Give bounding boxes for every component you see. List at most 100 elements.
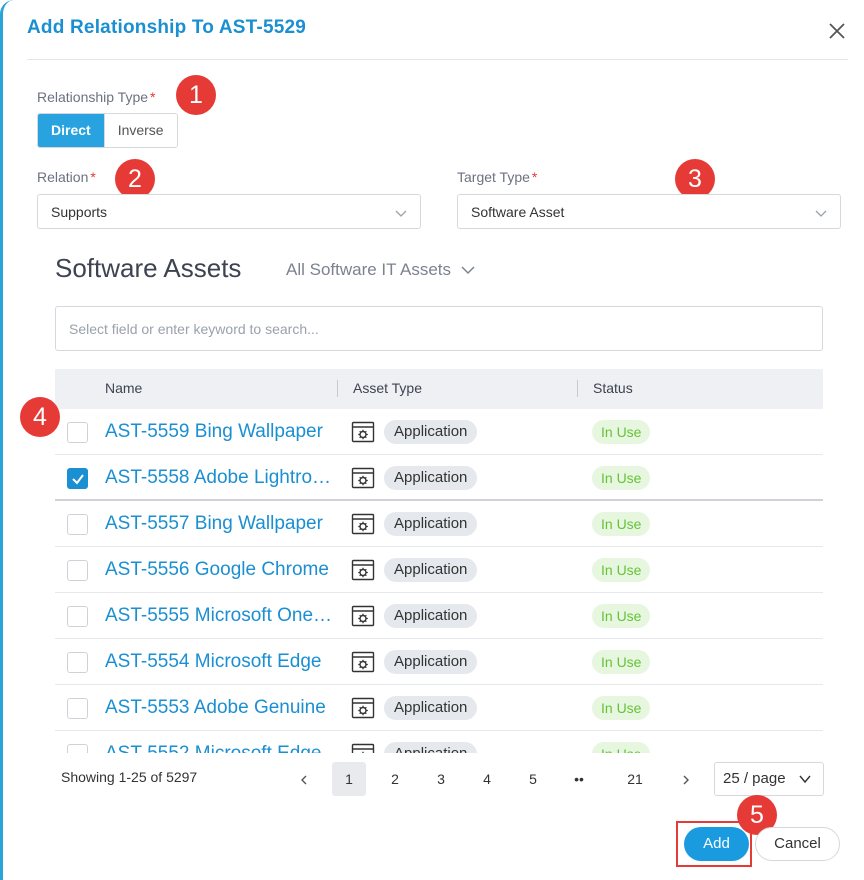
checkmark-icon <box>72 474 84 485</box>
asset-name-link[interactable]: AST-5552 Microsoft Edge <box>105 743 322 753</box>
add-button[interactable]: Add <box>684 827 749 861</box>
relation-value: Supports <box>51 204 108 220</box>
table-row[interactable]: AST-5552 Microsoft Edge Application In Use <box>55 731 823 753</box>
next-page-icon[interactable] <box>669 762 703 796</box>
table-row[interactable]: AST-5555 Microsoft OneDrive Application In… <box>55 593 823 639</box>
required-mark: * <box>150 89 156 105</box>
relation-label: Relation * <box>37 169 96 185</box>
asset-filter-dropdown[interactable]: All Software IT Assets <box>286 260 477 280</box>
relationship-type-toggle: Direct Inverse <box>37 113 178 148</box>
application-icon <box>351 696 375 720</box>
application-icon <box>351 650 375 674</box>
asset-name-link[interactable]: AST-5558 Adobe Lightroom <box>105 467 335 489</box>
row-checkbox[interactable] <box>67 744 88 753</box>
table-row[interactable]: AST-5556 Google Chrome Application In Use <box>55 547 823 593</box>
asset-type-chip: Application <box>384 650 478 674</box>
asset-type-chip: Application <box>384 558 478 582</box>
page-size-select[interactable]: 25 / page <box>714 762 824 796</box>
application-icon <box>351 558 375 582</box>
status-badge: In Use <box>592 696 651 720</box>
showing-count: Showing 1-25 of 5297 <box>61 769 198 785</box>
status-badge: In Use <box>592 420 651 444</box>
application-icon <box>351 512 375 536</box>
table-header: Name Asset Type Status <box>55 369 823 409</box>
application-icon <box>351 420 375 444</box>
cancel-button[interactable]: Cancel <box>755 827 840 861</box>
chevron-down-icon <box>461 266 475 275</box>
dialog-title: Add Relationship To AST-5529 <box>27 17 307 38</box>
status-badge: In Use <box>592 650 651 674</box>
target-type-label-text: Target Type <box>457 169 530 185</box>
chevron-down-icon <box>799 775 811 784</box>
table-row[interactable]: AST-5557 Bing Wallpaper Application In Use <box>55 501 823 547</box>
page-21[interactable]: 21 <box>618 762 652 796</box>
search-placeholder: Select field or enter keyword to search.… <box>69 321 319 337</box>
chevron-down-icon <box>815 210 827 217</box>
relationship-type-label: Relationship Type * <box>37 89 156 105</box>
required-mark: * <box>90 169 96 185</box>
prev-page-icon[interactable] <box>287 762 321 796</box>
asset-type-chip: Application <box>384 696 478 720</box>
asset-type-chip: Application <box>384 466 478 490</box>
table-row[interactable]: AST-5558 Adobe Lightroom Application In Us… <box>55 455 823 501</box>
status-badge: In Use <box>592 604 651 628</box>
relation-label-text: Relation <box>37 169 89 185</box>
row-checkbox[interactable] <box>67 468 88 489</box>
required-mark: * <box>531 169 538 185</box>
row-checkbox[interactable] <box>67 698 88 719</box>
relation-select[interactable]: Supports <box>37 194 421 229</box>
application-icon <box>351 742 375 753</box>
column-name[interactable]: Name <box>105 380 142 396</box>
row-checkbox[interactable] <box>67 560 88 581</box>
page-1[interactable]: 1 <box>332 762 366 796</box>
table-row[interactable]: AST-5553 Adobe Genuine Application In Use <box>55 685 823 731</box>
page-4[interactable]: 4 <box>470 762 504 796</box>
asset-type-chip: Application <box>384 742 478 753</box>
status-badge: In Use <box>592 742 651 753</box>
row-checkbox[interactable] <box>67 514 88 535</box>
row-checkbox[interactable] <box>67 606 88 627</box>
assets-table: Name Asset Type Status AST-5559 Bing Wal… <box>55 369 823 753</box>
title-divider <box>27 59 848 60</box>
column-divider <box>577 380 578 397</box>
asset-type-chip: Application <box>384 604 478 628</box>
page-ellipsis[interactable]: •• <box>562 762 596 796</box>
column-status[interactable]: Status <box>593 380 633 396</box>
application-icon <box>351 604 375 628</box>
relationship-type-label-text: Relationship Type <box>37 89 149 105</box>
application-icon <box>351 466 375 490</box>
marker-1: 1 <box>176 75 216 115</box>
asset-name-link[interactable]: AST-5556 Google Chrome <box>105 559 329 581</box>
page-5[interactable]: 5 <box>516 762 550 796</box>
status-badge: In Use <box>592 466 651 490</box>
table-row[interactable]: AST-5554 Microsoft Edge Application In Use <box>55 639 823 685</box>
status-badge: In Use <box>592 558 651 582</box>
direct-option[interactable]: Direct <box>38 114 104 147</box>
asset-name-link[interactable]: AST-5557 Bing Wallpaper <box>105 513 323 535</box>
target-type-label: Target Type * <box>457 169 537 185</box>
row-checkbox[interactable] <box>67 422 88 443</box>
page-size-value: 25 / page <box>723 770 786 787</box>
asset-type-chip: Application <box>384 512 478 536</box>
search-input[interactable]: Select field or enter keyword to search.… <box>55 306 823 351</box>
inverse-option[interactable]: Inverse <box>103 114 177 147</box>
asset-name-link[interactable]: AST-5559 Bing Wallpaper <box>105 421 323 443</box>
asset-name-link[interactable]: AST-5553 Adobe Genuine <box>105 697 326 719</box>
asset-name-link[interactable]: AST-5555 Microsoft OneDrive <box>105 605 335 627</box>
chevron-down-icon <box>395 210 407 217</box>
column-asset-type[interactable]: Asset Type <box>353 380 422 396</box>
close-icon[interactable] <box>826 20 848 42</box>
page-2[interactable]: 2 <box>378 762 412 796</box>
marker-4: 4 <box>20 397 60 437</box>
marker-2: 2 <box>115 159 155 199</box>
marker-3: 3 <box>675 159 715 199</box>
asset-type-chip: Application <box>384 420 478 444</box>
asset-name-link[interactable]: AST-5554 Microsoft Edge <box>105 651 322 673</box>
table-row[interactable]: AST-5559 Bing Wallpaper Application In Use <box>55 409 823 455</box>
section-title: Software Assets <box>55 253 242 283</box>
target-type-select[interactable]: Software Asset <box>457 194 841 229</box>
row-checkbox[interactable] <box>67 652 88 673</box>
page-3[interactable]: 3 <box>424 762 458 796</box>
add-relationship-dialog: Add Relationship To AST-5529 Relationshi… <box>0 0 864 880</box>
status-badge: In Use <box>592 512 651 536</box>
